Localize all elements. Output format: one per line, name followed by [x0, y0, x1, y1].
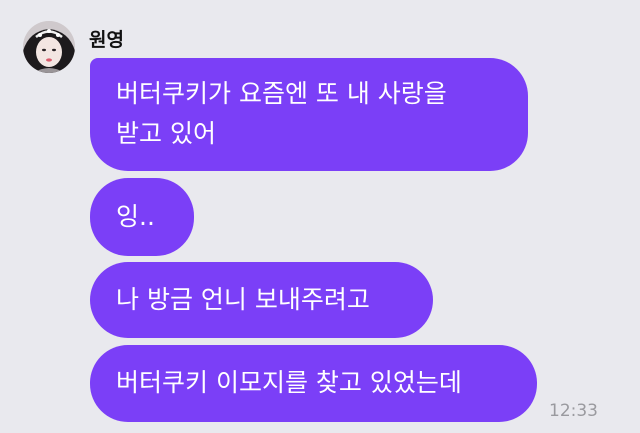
message-text: 받고 있어 — [116, 119, 216, 148]
sender-avatar[interactable] — [23, 21, 75, 73]
sender-name: 원영 — [89, 29, 124, 51]
message-bubble[interactable]: 잉.. — [90, 178, 194, 256]
message-bubble[interactable]: 나 방금 언니 보내주려고 — [90, 262, 433, 338]
message-timestamp: 12:33 — [549, 401, 598, 421]
avatar-photo-icon — [23, 21, 75, 73]
message-bubble[interactable]: 버터쿠키가 요즘엔 또 내 사랑을 받고 있어 — [90, 58, 528, 171]
message-text: 잉.. — [116, 202, 155, 231]
message-bubble[interactable]: 버터쿠키 이모지를 찾고 있었는데 — [90, 345, 537, 422]
message-text: 버터쿠키 이모지를 찾고 있었는데 — [116, 368, 462, 397]
message-text: 나 방금 언니 보내주려고 — [116, 285, 370, 314]
message-text: 버터쿠키가 요즘엔 또 내 사랑을 — [116, 79, 447, 108]
